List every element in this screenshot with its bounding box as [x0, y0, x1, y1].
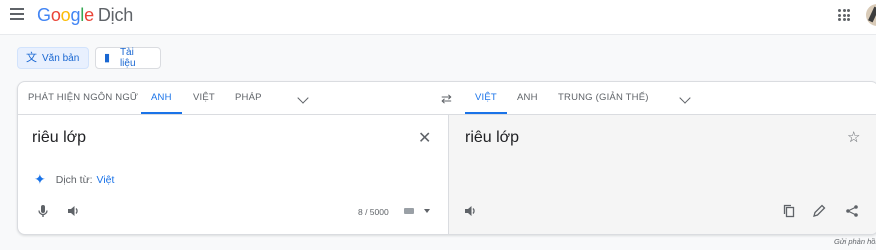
document-icon: ▮ — [104, 51, 111, 64]
source-more-languages-chevron-icon[interactable] — [297, 92, 309, 104]
sparkle-icon: ✦ — [34, 171, 46, 187]
translation-panel: PHÁT HIỆN NGÔN NGỮ ANH VIỆT PHÁP ⇄ VIỆT … — [17, 81, 876, 235]
tab-source-french[interactable]: PHÁP — [235, 82, 262, 114]
clear-text-icon[interactable]: ✕ — [418, 131, 431, 147]
target-pane: riêu lớp ☆ — [448, 115, 876, 234]
product-name: Dịch — [97, 5, 134, 25]
detected-language-link[interactable]: Việt — [97, 174, 115, 186]
star-icon[interactable]: ☆ — [847, 128, 860, 146]
translate-icon: 文 — [26, 51, 37, 64]
tab-source-vietnamese[interactable]: VIỆT — [193, 82, 215, 114]
hamburger-icon[interactable] — [10, 8, 24, 20]
target-more-languages-chevron-icon[interactable] — [679, 92, 691, 104]
swap-languages-icon[interactable]: ⇄ — [441, 91, 452, 107]
text-mode-label: Văn bản — [42, 52, 80, 64]
source-text-input[interactable]: riêu lớp — [32, 129, 86, 147]
translated-text: riêu lớp — [465, 129, 520, 146]
speaker-icon[interactable] — [463, 204, 477, 218]
language-bar: PHÁT HIỆN NGÔN NGỮ ANH VIỆT PHÁP ⇄ VIỆT … — [18, 82, 876, 115]
app-logo[interactable]: Google Dịch — [37, 5, 133, 26]
tab-source-english[interactable]: ANH — [141, 82, 182, 114]
detect-label: Dịch từ: — [55, 173, 93, 186]
tab-target-chinese-simplified[interactable]: TRUNG (GIẢN THỂ) — [558, 82, 649, 114]
source-pane: riêu lớp ✕ ✦ Dịch từ: Việt 8 / 5000 — [18, 115, 447, 234]
keyboard-icon[interactable] — [404, 208, 414, 214]
google-wordmark: Google — [37, 5, 94, 25]
document-mode-button[interactable]: ▮ Tài liệu — [95, 47, 161, 69]
send-feedback-link[interactable]: Gửi phản hồi — [834, 237, 876, 246]
avatar[interactable] — [866, 4, 876, 26]
detected-language: ✦ Dịch từ: Việt — [34, 171, 114, 188]
apps-grid-icon[interactable] — [838, 9, 850, 21]
tab-target-english[interactable]: ANH — [517, 82, 538, 114]
text-mode-button[interactable]: 文 Văn bản — [17, 47, 89, 69]
keyboard-dropdown-icon[interactable] — [424, 209, 430, 213]
top-bar: Google Dịch — [0, 0, 876, 35]
microphone-icon[interactable] — [36, 204, 50, 218]
character-count: 8 / 5000 — [358, 207, 389, 217]
tab-detect-language[interactable]: PHÁT HIỆN NGÔN NGỮ — [28, 82, 138, 114]
share-icon[interactable] — [845, 204, 859, 218]
tab-target-vietnamese[interactable]: VIỆT — [465, 82, 507, 114]
speaker-icon[interactable] — [66, 204, 80, 218]
copy-icon[interactable] — [782, 204, 796, 218]
edit-pencil-icon[interactable] — [812, 204, 826, 218]
document-mode-label: Tài liệu — [119, 47, 136, 69]
